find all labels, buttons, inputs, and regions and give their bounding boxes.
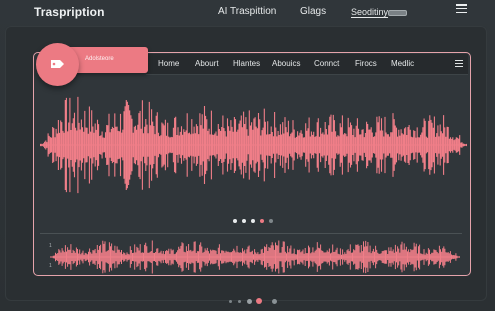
nav-link-seoditiny[interactable]: Seoditiny bbox=[351, 7, 388, 17]
pagination-dot[interactable] bbox=[260, 219, 264, 223]
card-nav-bar: Home Abourt Hlantes Abouics Connct Firoc… bbox=[146, 54, 468, 75]
page-pagination-dots bbox=[229, 298, 289, 304]
pagination-dot[interactable] bbox=[233, 219, 237, 223]
toggle-pill[interactable] bbox=[388, 10, 407, 16]
app-title: Traspription bbox=[34, 5, 105, 19]
hamburger-menu-icon[interactable] bbox=[456, 4, 467, 15]
pagination-dot[interactable] bbox=[247, 298, 252, 304]
nav-item-about[interactable]: Abourt bbox=[195, 59, 219, 68]
overview-waveform[interactable] bbox=[50, 240, 460, 274]
audio-tab-label: Adolsteore bbox=[85, 56, 114, 62]
nav-item-connect[interactable]: Connct bbox=[314, 59, 339, 68]
pagination-dot[interactable] bbox=[238, 299, 241, 303]
pagination-dot[interactable] bbox=[269, 219, 273, 223]
waveform-divider bbox=[40, 233, 462, 234]
nav-item-medlic[interactable]: Medlic bbox=[391, 59, 414, 68]
page: Traspription AI Traspittion Glags Seodit… bbox=[0, 0, 495, 311]
top-bar: Traspription AI Traspittion Glags Seodit… bbox=[0, 0, 495, 26]
nav-item-abouics[interactable]: Abouics bbox=[272, 59, 300, 68]
waveform-strokes bbox=[40, 96, 467, 194]
carousel-dots bbox=[233, 218, 278, 224]
nav-link-glags[interactable]: Glags bbox=[300, 6, 326, 17]
nav-item-hlantes[interactable]: Hlantes bbox=[233, 59, 260, 68]
nav-item-firocs[interactable]: Firocs bbox=[355, 59, 377, 68]
nav-link-ai-transcription[interactable]: AI Traspittion bbox=[218, 6, 276, 17]
pagination-dot[interactable] bbox=[256, 298, 262, 304]
tag-icon bbox=[51, 60, 64, 68]
pagination-dot[interactable] bbox=[272, 298, 277, 304]
pagination-dot[interactable] bbox=[242, 219, 246, 223]
main-waveform[interactable] bbox=[40, 95, 467, 195]
pagination-dot[interactable] bbox=[251, 219, 255, 223]
waveform-strokes bbox=[50, 240, 460, 274]
nav-hamburger-menu-icon[interactable] bbox=[455, 60, 463, 68]
nav-item-home[interactable]: Home bbox=[158, 59, 179, 68]
tag-button[interactable] bbox=[36, 43, 79, 86]
pagination-dot[interactable] bbox=[229, 299, 232, 303]
